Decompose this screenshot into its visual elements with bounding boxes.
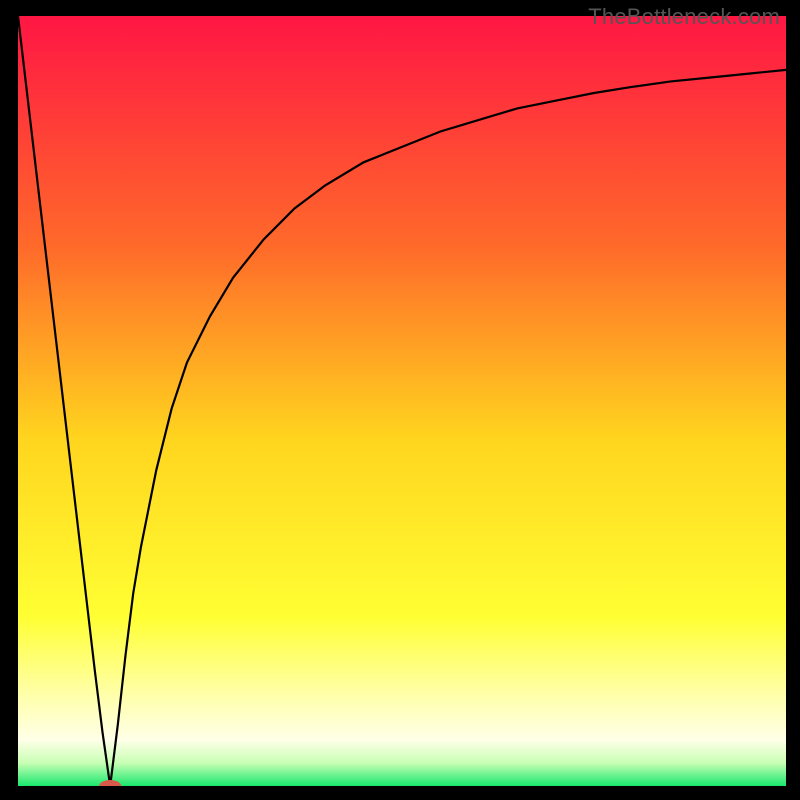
plot-background (18, 16, 786, 786)
watermark-text: TheBottleneck.com (588, 4, 780, 30)
frame-border-bottom (0, 786, 800, 800)
chart-container: TheBottleneck.com (0, 0, 800, 800)
frame-border-right (786, 0, 800, 800)
bottleneck-curve-chart (0, 0, 800, 800)
frame-border-left (0, 0, 18, 800)
